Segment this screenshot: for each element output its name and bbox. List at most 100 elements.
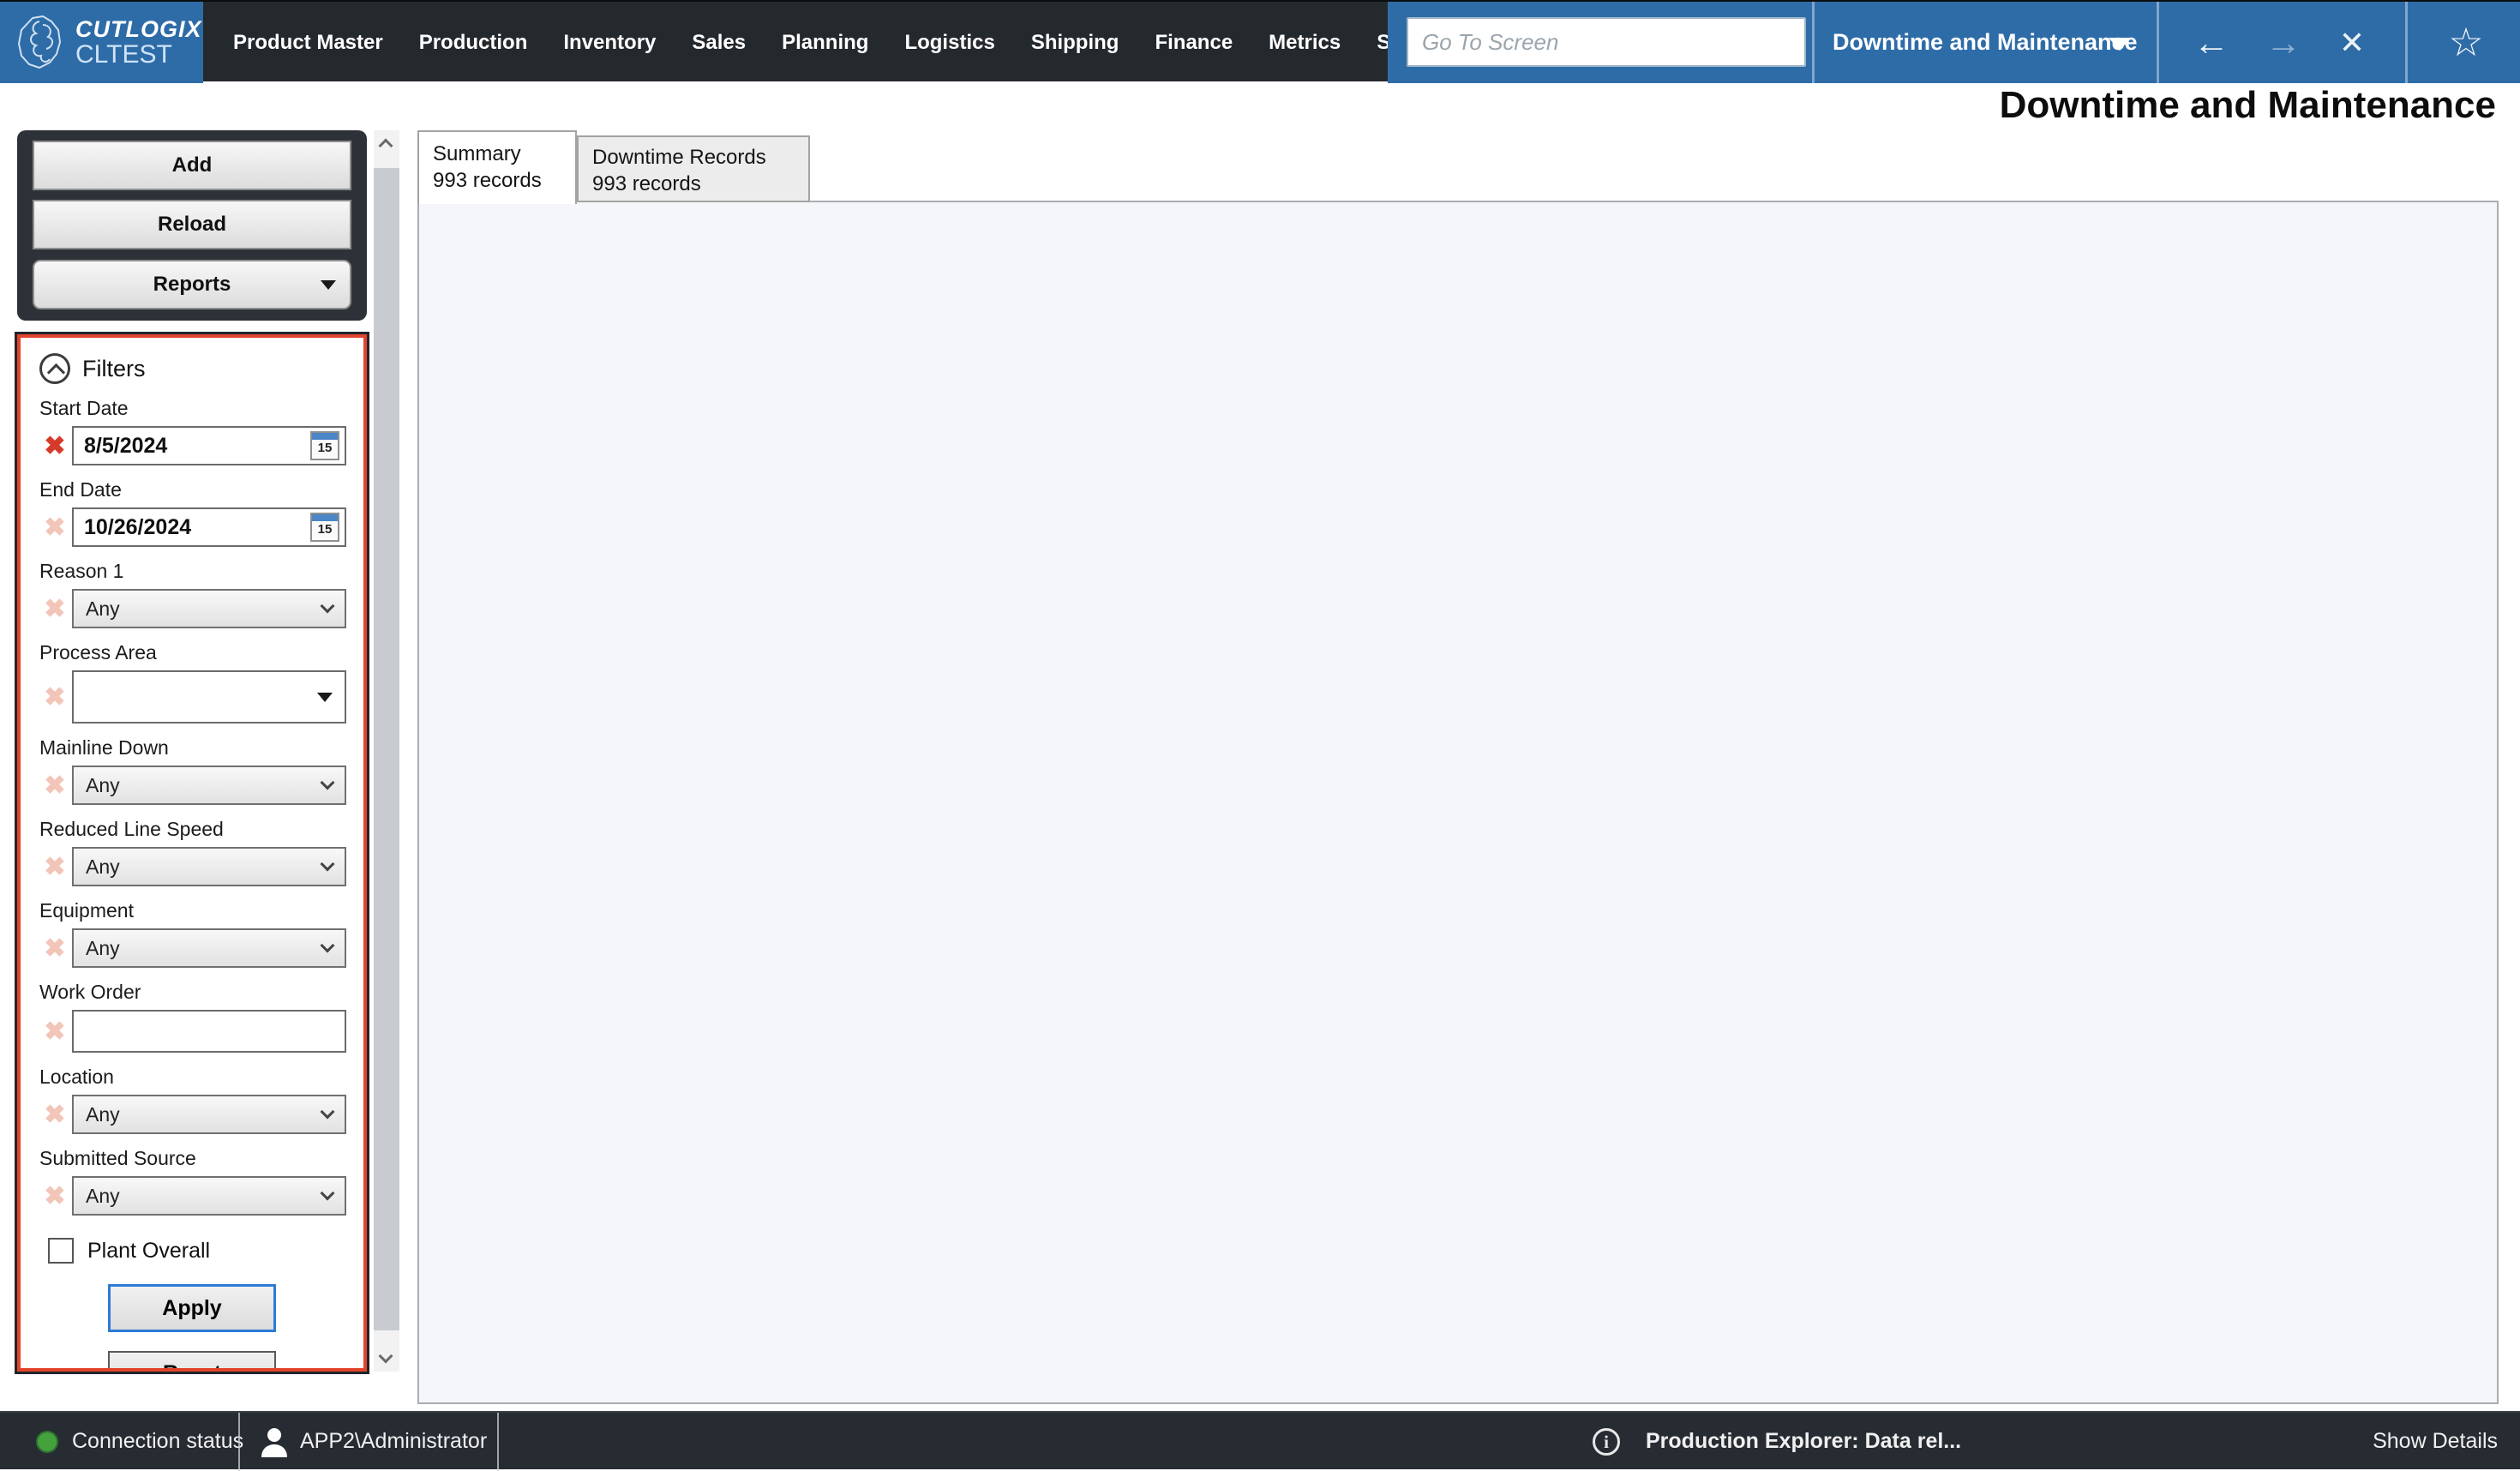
filter-fields: Start Date✖8/5/202415End Date✖10/26/2024…: [38, 397, 346, 1216]
reload-button[interactable]: Reload: [33, 200, 351, 249]
filter-label-work-order: Work Order: [39, 981, 346, 1004]
tab-summary[interactable]: Summary 993 records: [417, 130, 577, 204]
date-value: 10/26/2024: [84, 515, 191, 540]
brand-name: CUTLOGIX: [75, 17, 202, 41]
scroll-up-icon[interactable]: [379, 139, 393, 153]
chevron-down-icon: [321, 280, 336, 290]
status-message[interactable]: Production Explorer: Data rel...: [1646, 1413, 1961, 1471]
statusbar-divider: [497, 1413, 499, 1471]
process-area-combobox[interactable]: [72, 670, 346, 723]
nav-item-logistics[interactable]: Logistics: [886, 31, 1012, 55]
app-logo: CUTLOGIX CLTEST: [0, 2, 203, 83]
selected-value: Any: [86, 597, 120, 621]
clear-reason-1-icon[interactable]: ✖: [38, 594, 72, 624]
nav-item-product-master[interactable]: Product Master: [215, 31, 401, 55]
favorite-star-icon[interactable]: ☆: [2436, 2, 2496, 83]
mainline-down-select[interactable]: Any: [72, 766, 346, 805]
tab-downtime-records[interactable]: Downtime Records 993 records: [577, 135, 810, 202]
start-date-input[interactable]: 8/5/202415: [72, 426, 346, 465]
calendar-icon[interactable]: 15: [310, 513, 339, 542]
clear-equipment-icon[interactable]: ✖: [38, 934, 72, 964]
filter-label-process-area: Process Area: [39, 641, 346, 664]
reset-button[interactable]: Reset: [108, 1351, 276, 1372]
reports-label: Reports: [153, 273, 231, 297]
chevron-down-icon: [321, 939, 335, 953]
scroll-down-icon[interactable]: [379, 1349, 393, 1364]
clear-reduced-line-speed-icon[interactable]: ✖: [38, 852, 72, 882]
submitted-source-select[interactable]: Any: [72, 1176, 346, 1216]
filter-label-reduced-line-speed: Reduced Line Speed: [39, 818, 346, 841]
user-icon: [259, 1426, 290, 1459]
filter-label-location: Location: [39, 1066, 346, 1089]
chevron-down-icon: [321, 1105, 335, 1120]
filter-label-reason-1: Reason 1: [39, 560, 346, 583]
top-navigation-bar: CUTLOGIX CLTEST Product MasterProduction…: [0, 0, 2520, 81]
show-details-button[interactable]: Show Details: [2373, 1413, 2498, 1471]
filter-label-end-date: End Date: [39, 478, 346, 501]
connection-status-icon: [36, 1431, 58, 1453]
clear-start-date-icon[interactable]: ✖: [38, 431, 72, 461]
collapse-filters-icon[interactable]: [39, 353, 70, 384]
filters-panel: Filters Start Date✖8/5/202415End Date✖10…: [17, 334, 367, 1372]
status-bar: Connection status APP2\Administrator i P…: [0, 1411, 2520, 1469]
chevron-down-icon: [321, 599, 335, 614]
plant-overall-label: Plant Overall: [87, 1239, 210, 1264]
environment-name: CLTEST: [75, 41, 202, 69]
nav-item-metrics[interactable]: Metrics: [1251, 31, 1359, 55]
end-date-input[interactable]: 10/26/2024 15: [72, 507, 346, 547]
main-menu: Product MasterProductionInventorySalesPl…: [203, 2, 1388, 83]
clear-submitted-source-icon[interactable]: ✖: [38, 1181, 72, 1211]
cutlogix-brain-icon: [14, 13, 67, 73]
tab-title: Downtime Records: [592, 144, 808, 171]
selected-value: Any: [86, 937, 120, 960]
clear-work-order-icon[interactable]: ✖: [38, 1017, 72, 1047]
location-select[interactable]: Any: [72, 1095, 346, 1134]
clear-location-icon[interactable]: ✖: [38, 1100, 72, 1130]
toolbar-divider: [2157, 2, 2159, 83]
filter-label-start-date: Start Date: [39, 397, 346, 420]
filter-label-submitted-source: Submitted Source: [39, 1147, 346, 1170]
calendar-icon[interactable]: 15: [310, 431, 339, 460]
clear-mainline-down-icon[interactable]: ✖: [38, 771, 72, 801]
nav-item-sales[interactable]: Sales: [674, 31, 764, 55]
back-button[interactable]: ←: [2184, 2, 2239, 83]
nav-item-inventory[interactable]: Inventory: [545, 31, 674, 55]
add-button[interactable]: Add: [33, 141, 351, 190]
screen-selector-dropdown[interactable]: Downtime and Maintenance: [1833, 2, 2138, 83]
reason-1-select[interactable]: Any: [72, 589, 346, 628]
info-icon: i: [1593, 1428, 1620, 1456]
go-to-screen-input[interactable]: [1407, 17, 1806, 67]
equipment-select[interactable]: Any: [72, 928, 346, 968]
sidebar-scrollbar[interactable]: [374, 130, 399, 1372]
connection-status-label: Connection status: [72, 1413, 243, 1471]
forward-button[interactable]: →: [2256, 2, 2311, 83]
filters-title: Filters: [82, 356, 146, 382]
filter-label-mainline-down: Mainline Down: [39, 736, 346, 760]
nav-item-shipping[interactable]: Shipping: [1013, 31, 1137, 55]
nav-item-production[interactable]: Production: [401, 31, 546, 55]
toolbar-divider: [1812, 2, 1815, 83]
current-user[interactable]: APP2\Administrator: [300, 1413, 487, 1471]
chevron-down-icon[interactable]: [2109, 38, 2131, 51]
selected-value: Any: [86, 856, 120, 879]
statusbar-divider: [238, 1413, 240, 1471]
summary-dashboard-panel: [417, 201, 2499, 1404]
scrollbar-thumb[interactable]: [374, 168, 399, 1330]
clear-process-area-icon[interactable]: ✖: [38, 682, 72, 712]
toolbar-divider: [2405, 2, 2408, 83]
chevron-down-icon: [317, 693, 333, 702]
work-order-input[interactable]: [72, 1010, 346, 1053]
nav-item-finance[interactable]: Finance: [1137, 31, 1251, 55]
filter-label-equipment: Equipment: [39, 899, 346, 922]
close-screen-button[interactable]: ✕: [2325, 2, 2379, 83]
plant-overall-checkbox[interactable]: [48, 1238, 74, 1264]
apply-button[interactable]: Apply: [108, 1284, 276, 1332]
reduced-line-speed-select[interactable]: Any: [72, 847, 346, 886]
nav-item-planning[interactable]: Planning: [764, 31, 886, 55]
clear-end-date-icon[interactable]: ✖: [38, 513, 72, 543]
tab-records: 993 records: [592, 171, 808, 197]
selected-value: Any: [86, 774, 120, 797]
tab-title: Summary: [433, 141, 575, 167]
chevron-down-icon: [321, 776, 335, 790]
reports-dropdown-button[interactable]: Reports: [33, 260, 351, 309]
